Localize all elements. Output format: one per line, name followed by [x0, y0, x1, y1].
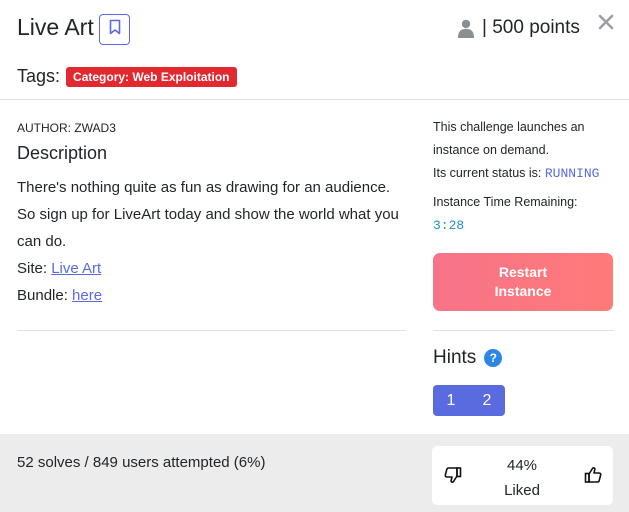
- thumbs-down-icon[interactable]: [444, 466, 462, 489]
- points-display: | 500 points: [458, 17, 580, 39]
- instance-status-value: RUNNING: [544, 166, 600, 181]
- challenge-header: Live Art | 500 points Tags: Category: We…: [0, 0, 629, 100]
- instance-timer: 3:28: [433, 218, 465, 233]
- instance-time-label: Instance Time Remaining:: [433, 195, 578, 209]
- site-link[interactable]: Live Art: [51, 260, 101, 277]
- hint-button-1[interactable]: 1: [433, 385, 469, 416]
- solves-stats: 52 solves / 849 users attempted (6%): [17, 454, 266, 471]
- tags-label: Tags:: [17, 66, 61, 86]
- hints-title: Hints: [433, 347, 477, 368]
- liked-label: Liked: [504, 482, 540, 499]
- hints-header: Hints ?: [433, 347, 503, 369]
- bookmark-icon: [109, 19, 121, 40]
- divider: [17, 330, 406, 331]
- challenge-footer: 52 solves / 849 users attempted (6%) 44%…: [0, 434, 629, 512]
- hint-buttons: 1 2: [433, 385, 505, 416]
- user-icon: [458, 19, 474, 38]
- description-section: AUTHOR: ZWAD3 Description There's nothin…: [17, 118, 407, 309]
- rating-card: 44% Liked: [432, 446, 613, 505]
- instance-status-label: Its current status is:: [433, 166, 542, 180]
- instance-launch-text: This challenge launches an instance on d…: [433, 120, 585, 157]
- instance-panel: This challenge launches an instance on d…: [433, 116, 615, 233]
- points-text: | 500 points: [482, 17, 580, 38]
- divider: [433, 330, 614, 331]
- bundle-label: Bundle:: [17, 287, 68, 304]
- site-row: Site: Live Art: [17, 255, 407, 282]
- description-heading: Description: [17, 143, 108, 163]
- challenge-title: Live Art: [17, 14, 94, 40]
- help-icon[interactable]: ?: [484, 349, 503, 367]
- author-label: AUTHOR: ZWAD3: [17, 121, 116, 135]
- instance-status-row: Its current status is: RUNNING: [433, 162, 615, 185]
- category-tag: Category: Web Exploitation: [66, 66, 237, 87]
- restart-label-line1: Restart: [498, 264, 548, 280]
- close-button[interactable]: [595, 13, 617, 35]
- tags-row: Tags: Category: Web Exploitation: [17, 66, 237, 87]
- restart-label-line2: Instance: [494, 283, 552, 299]
- bookmark-button[interactable]: [99, 14, 130, 45]
- description-body: There's nothing quite as fun as drawing …: [17, 174, 407, 309]
- restart-instance-button[interactable]: Restart Instance: [433, 253, 613, 311]
- bundle-row: Bundle: here: [17, 282, 407, 309]
- liked-percent: 44%: [506, 457, 538, 474]
- thumbs-up-icon[interactable]: [584, 466, 602, 489]
- bundle-link[interactable]: here: [72, 287, 102, 304]
- site-label: Site:: [17, 260, 48, 277]
- description-text: There's nothing quite as fun as drawing …: [17, 179, 399, 250]
- rating-summary: 44% Liked: [477, 453, 567, 503]
- close-icon: [598, 14, 614, 35]
- hint-button-2[interactable]: 2: [469, 385, 505, 416]
